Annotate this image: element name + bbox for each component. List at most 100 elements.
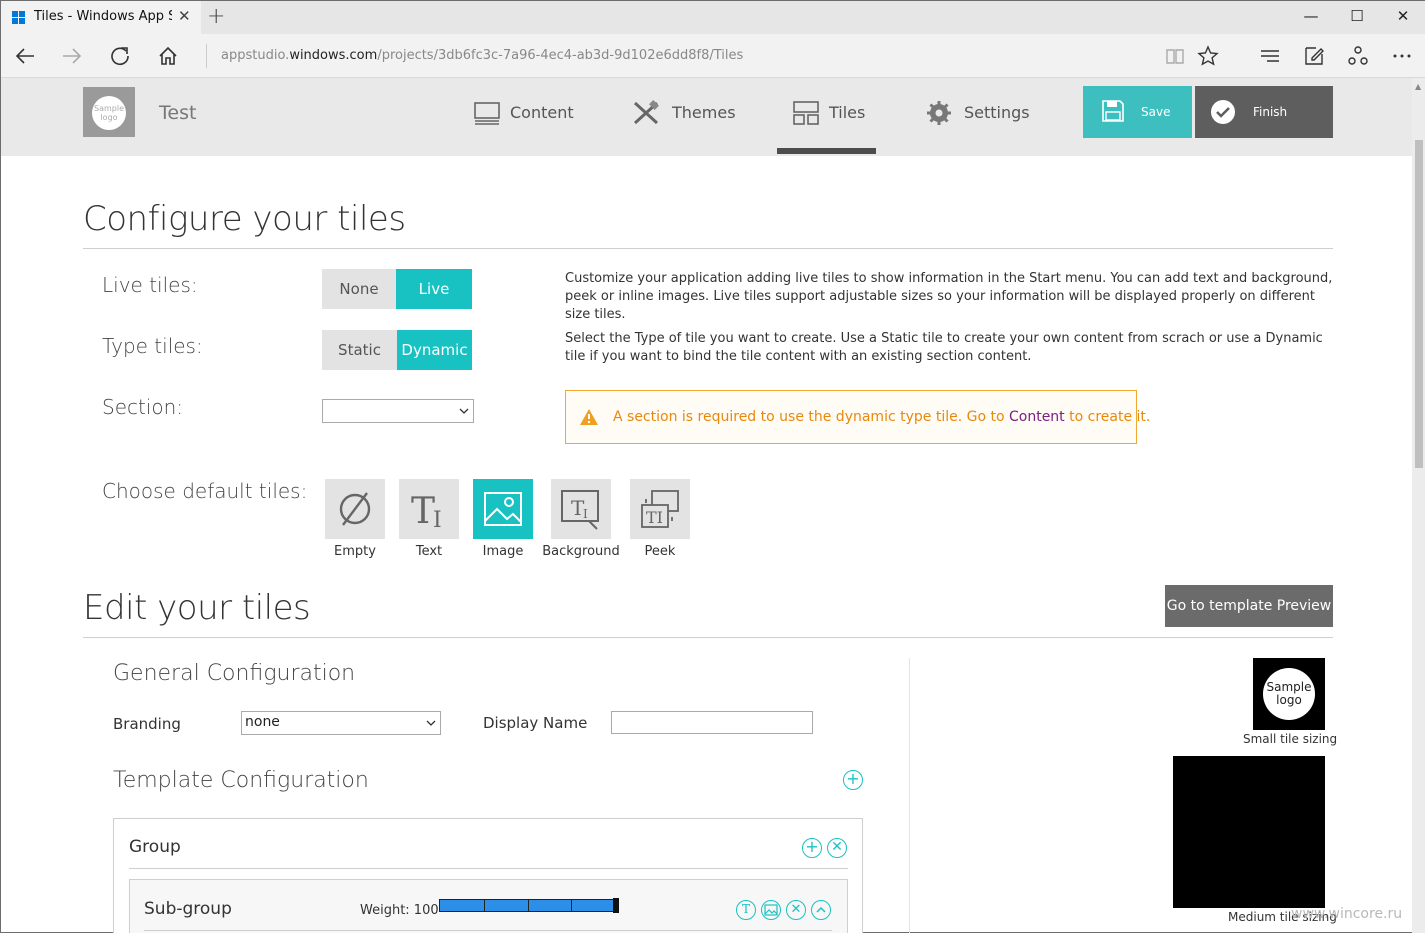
live-tiles-description: Customize your application adding live t… (565, 271, 1333, 322)
type-tiles-label: Type tiles: (102, 334, 203, 358)
nav-content-label: Content (510, 103, 574, 122)
add-subgroup-icon[interactable]: + (802, 838, 822, 858)
branding-value: none (245, 714, 280, 730)
close-tab-icon[interactable]: ✕ (178, 7, 191, 25)
more-dots-icon (1393, 54, 1411, 58)
home-button[interactable] (146, 34, 190, 78)
section-warning: A section is required to use the dynamic… (565, 390, 1150, 444)
tile-option-image[interactable] (473, 479, 533, 539)
add-image-icon[interactable] (761, 900, 781, 920)
checkmark-icon (1211, 100, 1235, 124)
type-tiles-description: Select the Type of tile you want to crea… (565, 331, 1323, 364)
tile-option-background[interactable]: TI (551, 479, 611, 539)
finish-button[interactable]: Finish (1195, 86, 1333, 138)
template-preview-button[interactable]: Go to template Preview (1165, 585, 1333, 627)
browser-tab[interactable]: Tiles - Windows App Stu ✕ (1, 1, 201, 34)
favorite-button[interactable] (1186, 34, 1230, 78)
forward-button[interactable] (50, 34, 94, 78)
tile-option-text[interactable]: TI (399, 479, 459, 539)
app-header: Sample logo Test Content Themes Tiles Se… (1, 78, 1412, 156)
choose-default-tiles-label: Choose default tiles: (102, 479, 308, 503)
vertical-scrollbar[interactable]: ▲ (1412, 78, 1425, 933)
medium-tile-preview (1173, 756, 1325, 908)
chevron-down-icon (426, 720, 436, 726)
background-icon: TI (561, 490, 599, 530)
new-tab-button[interactable]: + (207, 4, 225, 29)
remove-subgroup-icon[interactable]: ✕ (786, 900, 806, 920)
finish-label: Finish (1253, 105, 1288, 119)
share-button[interactable] (1336, 34, 1380, 78)
group-label: Group (129, 837, 181, 857)
hub-icon (1261, 50, 1279, 62)
content-link[interactable]: Content (1009, 409, 1065, 425)
tile-option-empty[interactable] (325, 479, 385, 539)
tile-option-background-label: Background (542, 544, 620, 559)
nav-themes-label: Themes (672, 103, 736, 122)
warning-text-post: to create it. (1064, 409, 1151, 425)
scrollbar-thumb[interactable] (1415, 140, 1423, 468)
remove-group-icon[interactable]: ✕ (827, 838, 847, 858)
gear-icon (927, 101, 951, 125)
refresh-button[interactable] (98, 34, 142, 78)
minimize-button[interactable]: — (1288, 1, 1334, 34)
svg-text:TI: TI (646, 508, 663, 527)
web-note-button[interactable] (1292, 34, 1336, 78)
type-tiles-dynamic-option[interactable]: Dynamic (397, 330, 472, 370)
svg-text:I: I (433, 508, 442, 531)
configure-divider (83, 248, 1333, 249)
template-configuration-title: Template Configuration (113, 768, 369, 793)
tiles-icon (793, 101, 819, 125)
type-tiles-static-option[interactable]: Static (322, 330, 397, 370)
nav-tiles-label: Tiles (829, 103, 866, 122)
share-icon (1348, 46, 1368, 65)
scroll-up-icon[interactable]: ▲ (1415, 82, 1421, 91)
tile-option-image-label: Image (482, 544, 524, 559)
address-bar[interactable]: appstudio.windows.com/projects/3db6fc3c-… (206, 44, 1156, 68)
more-button[interactable] (1380, 34, 1424, 78)
display-name-input[interactable] (611, 711, 813, 734)
tab-title: Tiles - Windows App Stu (34, 9, 172, 24)
section-select[interactable] (322, 399, 474, 423)
live-tiles-none-option[interactable]: None (322, 269, 396, 309)
collapse-icon[interactable] (811, 900, 831, 920)
tile-option-peek[interactable]: TI (630, 479, 690, 539)
live-tiles-live-option[interactable]: Live (396, 269, 472, 309)
small-tile-logo: Sample logo (1263, 668, 1315, 720)
edit-title: Edit your tiles (83, 588, 311, 628)
back-button[interactable] (3, 34, 47, 78)
subgroup-divider (144, 930, 832, 931)
configure-title: Configure your tiles (83, 199, 406, 239)
hub-button[interactable] (1248, 34, 1292, 78)
close-window-button[interactable]: ✕ (1380, 1, 1425, 34)
star-icon (1197, 45, 1219, 66)
themes-icon (633, 100, 659, 125)
group-divider (129, 868, 848, 869)
browser-nav-bar: appstudio.windows.com/projects/3db6fc3c-… (1, 34, 1425, 78)
weight-slider-handle[interactable] (613, 898, 619, 913)
add-text-icon[interactable]: T (736, 900, 756, 920)
project-logo: Sample logo (83, 87, 135, 137)
general-configuration-title: General Configuration (113, 661, 356, 686)
chevron-down-icon (459, 408, 469, 414)
project-name: Test (159, 102, 197, 124)
branding-select[interactable]: none (241, 711, 441, 735)
forward-arrow-icon (63, 48, 82, 64)
save-label: Save (1141, 105, 1171, 119)
live-tiles-label: Live tiles: (102, 273, 198, 297)
edit-divider (83, 637, 1333, 638)
url-domain: windows.com (289, 48, 378, 63)
empty-icon (339, 492, 371, 526)
browser-tab-bar: Tiles - Windows App Stu ✕ + — ☐ ✕ (1, 1, 1425, 34)
save-button[interactable]: Save (1083, 86, 1192, 138)
add-template-icon[interactable]: + (843, 770, 863, 790)
text-icon: TI (411, 491, 442, 531)
refresh-icon (111, 47, 129, 66)
svg-text:T: T (411, 491, 435, 531)
preview-divider (909, 658, 910, 933)
weight-slider[interactable] (439, 898, 619, 913)
weight-label: Weight: 100 (360, 903, 439, 918)
tile-option-empty-label: Empty (334, 544, 376, 559)
tile-option-peek-label: Peek (644, 544, 676, 559)
warning-text-pre: A section is required to use the dynamic… (613, 409, 1009, 425)
maximize-button[interactable]: ☐ (1334, 1, 1380, 34)
